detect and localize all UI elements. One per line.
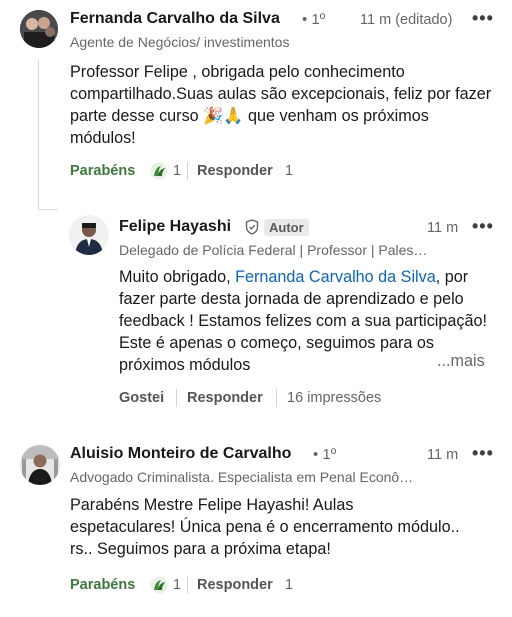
- thread-line: [38, 209, 58, 210]
- celebrate-reaction-icon: [150, 162, 168, 180]
- reply-button[interactable]: Responder: [197, 163, 273, 179]
- comment-text-prefix: Muito obrigado,: [119, 268, 236, 286]
- divider: [187, 162, 188, 180]
- avatar-photo: [20, 445, 60, 485]
- divider: [187, 576, 188, 594]
- celebrate-reaction-icon[interactable]: [150, 576, 168, 594]
- comment-time: 11 m: [427, 220, 459, 236]
- reply-count[interactable]: 1: [285, 163, 293, 179]
- reply-count[interactable]: 1: [285, 577, 293, 593]
- divider: [176, 389, 177, 407]
- comment-time: 11 m: [427, 447, 459, 463]
- connection-degree: • 1º: [302, 11, 326, 28]
- more-options-icon[interactable]: •••: [472, 216, 494, 237]
- reaction-count[interactable]: 1: [173, 163, 181, 179]
- avatar[interactable]: [20, 445, 60, 485]
- react-button[interactable]: Parabéns: [70, 163, 135, 179]
- celebrate-reaction-icon: [150, 576, 168, 594]
- comment-text: Professor Felipe , obrigada pelo conheci…: [70, 63, 492, 147]
- impressions-count: 16 impressões: [287, 390, 382, 406]
- author-headline: Delegado de Polícia Federal | Professor …: [119, 242, 428, 258]
- divider: [276, 389, 277, 407]
- author-name[interactable]: Fernanda Carvalho da Silva: [70, 10, 280, 28]
- celebrate-reaction-icon[interactable]: [150, 162, 168, 180]
- thread-line: [38, 60, 39, 210]
- see-more-link[interactable]: ...mais: [433, 350, 485, 372]
- author-name[interactable]: Felipe Hayashi: [119, 218, 231, 236]
- avatar[interactable]: [20, 10, 58, 48]
- comment-time: 11 m (editado): [360, 12, 453, 28]
- author-name[interactable]: Aluisio Monteiro de Carvalho: [70, 445, 291, 463]
- reaction-count[interactable]: 1: [173, 577, 181, 593]
- more-options-icon[interactable]: •••: [472, 8, 494, 29]
- reply-button[interactable]: Responder: [187, 390, 263, 406]
- avatar-photo: [69, 215, 109, 255]
- author-badge: Autor: [264, 219, 309, 236]
- connection-degree: • 1º: [313, 446, 337, 463]
- mention-link[interactable]: Fernanda Carvalho da Silva: [235, 268, 436, 286]
- like-button[interactable]: Gostei: [119, 390, 164, 406]
- verified-shield-icon: [245, 219, 259, 235]
- reply-button[interactable]: Responder: [197, 577, 273, 593]
- verified-shield-icon: [245, 219, 259, 235]
- comment-text: Muito obrigado, Fernanda Carvalho da Sil…: [119, 266, 487, 376]
- comment-text: Parabéns Mestre Felipe Hayashi! Aulas es…: [70, 496, 460, 558]
- author-headline: Agente de Negócios/ investimentos: [70, 34, 290, 50]
- author-headline: Advogado Criminalista. Especialista em P…: [70, 469, 414, 485]
- avatar[interactable]: [69, 215, 109, 255]
- avatar-photo: [20, 10, 58, 48]
- react-button[interactable]: Parabéns: [70, 577, 135, 593]
- more-options-icon[interactable]: •••: [472, 443, 494, 464]
